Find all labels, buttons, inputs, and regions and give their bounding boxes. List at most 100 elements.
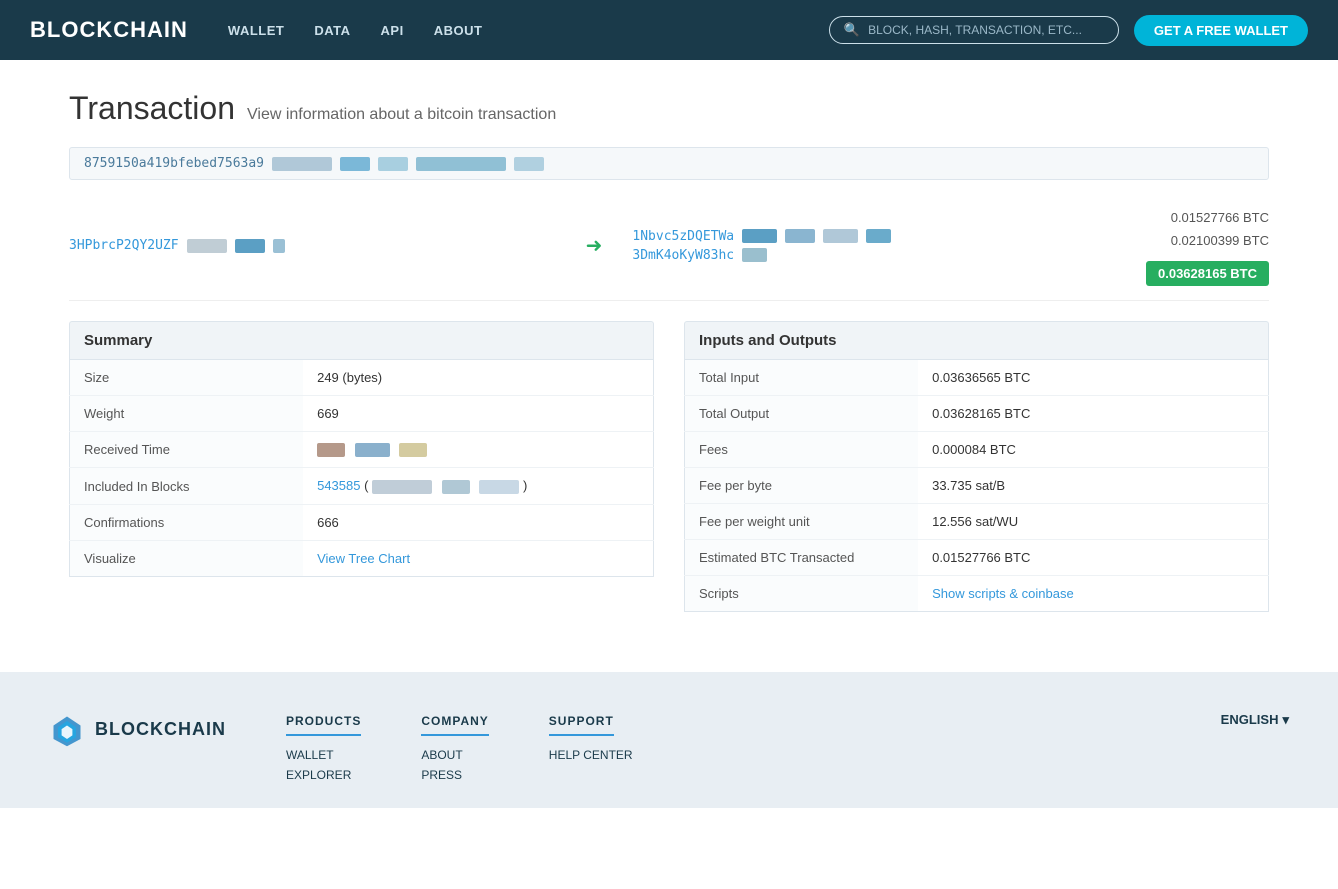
inputs-outputs-section: Inputs and Outputs Total Input 0.0363656… [684, 321, 1269, 612]
redacted-to-2 [785, 229, 815, 243]
table-row: Weight 669 [70, 395, 654, 431]
footer-brand: BLOCKCHAIN [49, 712, 226, 748]
io-label-3: Fee per byte [685, 467, 919, 503]
page-title-row: Transaction View information about a bit… [69, 90, 1269, 127]
io-label-0: Total Input [685, 359, 919, 395]
summary-table: Size 249 (bytes) Weight 669 Received Tim… [69, 359, 654, 577]
io-label-4: Fee per weight unit [685, 503, 919, 539]
redacted-from-1 [187, 239, 227, 253]
io-value-4: 12.556 sat/WU [918, 503, 1268, 539]
page-subtitle: View information about a bitcoin transac… [247, 106, 556, 124]
inputs-outputs-table: Total Input 0.03636565 BTC Total Output … [684, 359, 1269, 612]
summary-value-blocks: 543585 ( ) [303, 468, 653, 505]
footer-link-press[interactable]: PRESS [421, 768, 488, 782]
search-icon: 🔍 [844, 22, 860, 38]
table-row: Fee per byte 33.735 sat/B [685, 467, 1269, 503]
nav-api[interactable]: API [381, 23, 404, 38]
tables-row: Summary Size 249 (bytes) Weight 669 Rece… [69, 321, 1269, 612]
tx-to-address-2[interactable]: 3DmK4oKyW83hc [632, 248, 734, 263]
tx-amounts: 0.01527766 BTC 0.02100399 BTC [1129, 206, 1269, 253]
table-row: Scripts Show scripts & coinbase [685, 575, 1269, 611]
search-input[interactable] [868, 23, 1104, 37]
redacted-to-1 [742, 229, 777, 243]
get-wallet-button[interactable]: GET A FREE WALLET [1134, 15, 1308, 46]
redacted-hash-2 [340, 157, 370, 171]
footer-link-explorer[interactable]: EXPLORER [286, 768, 361, 782]
redacted-block-2 [442, 480, 470, 494]
redacted-block-3 [479, 480, 519, 494]
search-box[interactable]: 🔍 [829, 16, 1119, 44]
footer-top: BLOCKCHAIN PRODUCTS WALLET EXPLORER COMP… [49, 712, 1289, 788]
table-row: Total Output 0.03628165 BTC [685, 395, 1269, 431]
redacted-from-2 [235, 239, 265, 253]
summary-label-size: Size [70, 359, 304, 395]
io-value-6: Show scripts & coinbase [918, 575, 1268, 611]
tx-from-address[interactable]: 3HPbrcP2QY2UZF [69, 238, 179, 253]
summary-section: Summary Size 249 (bytes) Weight 669 Rece… [69, 321, 654, 612]
summary-value-visualize: View Tree Chart [303, 540, 653, 576]
navbar-brand[interactable]: BLOCKCHAIN [30, 17, 188, 43]
io-label-1: Total Output [685, 395, 919, 431]
redacted-hash-3 [378, 157, 408, 171]
block-paren-open: ( [364, 478, 372, 493]
table-row: Total Input 0.03636565 BTC [685, 359, 1269, 395]
tx-row: 3HPbrcP2QY2UZF ➜ 1Nbvc5zDQETWa 3DmK4oKyW… [69, 192, 1269, 301]
redacted-hash-5 [514, 157, 544, 171]
nav-data[interactable]: DATA [314, 23, 350, 38]
tx-to-row-1: 1Nbvc5zDQETWa [632, 229, 1119, 244]
tx-to-row-2: 3DmK4oKyW83hc [632, 248, 1119, 263]
inputs-outputs-header: Inputs and Outputs [684, 321, 1269, 359]
footer-columns: PRODUCTS WALLET EXPLORER COMPANY ABOUT P… [286, 712, 1161, 788]
view-tree-chart-link[interactable]: View Tree Chart [317, 551, 410, 566]
io-value-0: 0.03636565 BTC [918, 359, 1268, 395]
footer-col-products: PRODUCTS WALLET EXPLORER [286, 712, 361, 788]
navbar-right: 🔍 GET A FREE WALLET [829, 15, 1308, 46]
redacted-block-1 [372, 480, 432, 494]
nav-wallet[interactable]: WALLET [228, 23, 284, 38]
table-row: Included In Blocks 543585 ( ) [70, 468, 654, 505]
summary-value-size: 249 (bytes) [303, 359, 653, 395]
tx-amount-1: 0.01527766 BTC [1129, 206, 1269, 229]
tx-amount-2: 0.02100399 BTC [1129, 229, 1269, 252]
summary-label-received: Received Time [70, 431, 304, 468]
footer-col-company: COMPANY ABOUT PRESS [421, 712, 488, 788]
tx-hash-bar: 8759150a419bfebed7563a9 [69, 147, 1269, 180]
table-row: Visualize View Tree Chart [70, 540, 654, 576]
navbar-left: BLOCKCHAIN WALLET DATA API ABOUT [30, 17, 482, 43]
summary-label-visualize: Visualize [70, 540, 304, 576]
footer-language-selector[interactable]: ENGLISH ▾ [1221, 712, 1289, 728]
redacted-time-2 [355, 443, 390, 457]
summary-label-weight: Weight [70, 395, 304, 431]
redacted-time-3 [399, 443, 427, 457]
footer-col-company-header: COMPANY [421, 714, 488, 736]
redacted-to-3 [823, 229, 858, 243]
table-row: Size 249 (bytes) [70, 359, 654, 395]
footer-link-about[interactable]: ABOUT [421, 748, 488, 762]
table-row: Fees 0.000084 BTC [685, 431, 1269, 467]
summary-header: Summary [69, 321, 654, 359]
nav-about[interactable]: ABOUT [434, 23, 483, 38]
tx-to-address-1[interactable]: 1Nbvc5zDQETWa [632, 229, 734, 244]
tx-from: 3HPbrcP2QY2UZF [69, 238, 556, 253]
io-label-6: Scripts [685, 575, 919, 611]
footer-col-support: SUPPORT HELP CENTER [549, 712, 633, 788]
main-content: Transaction View information about a bit… [49, 60, 1289, 672]
footer-link-wallet[interactable]: WALLET [286, 748, 361, 762]
table-row: Fee per weight unit 12.556 sat/WU [685, 503, 1269, 539]
block-link[interactable]: 543585 [317, 478, 360, 493]
footer-col-support-header: SUPPORT [549, 714, 614, 736]
io-label-5: Estimated BTC Transacted [685, 539, 919, 575]
redacted-to-5 [742, 248, 767, 262]
arrow-icon: ➜ [586, 233, 603, 258]
redacted-to-4 [866, 229, 891, 243]
chevron-down-icon: ▾ [1282, 712, 1289, 728]
table-row: Received Time [70, 431, 654, 468]
io-value-5: 0.01527766 BTC [918, 539, 1268, 575]
tx-to: 1Nbvc5zDQETWa 3DmK4oKyW83hc [632, 229, 1119, 263]
footer-language-label: ENGLISH [1221, 712, 1279, 727]
show-scripts-link[interactable]: Show scripts & coinbase [932, 586, 1074, 601]
tx-hash-text: 8759150a419bfebed7563a9 [84, 156, 264, 171]
navbar-links: WALLET DATA API ABOUT [228, 23, 483, 38]
footer-link-help[interactable]: HELP CENTER [549, 748, 633, 762]
summary-value-received [303, 431, 653, 468]
